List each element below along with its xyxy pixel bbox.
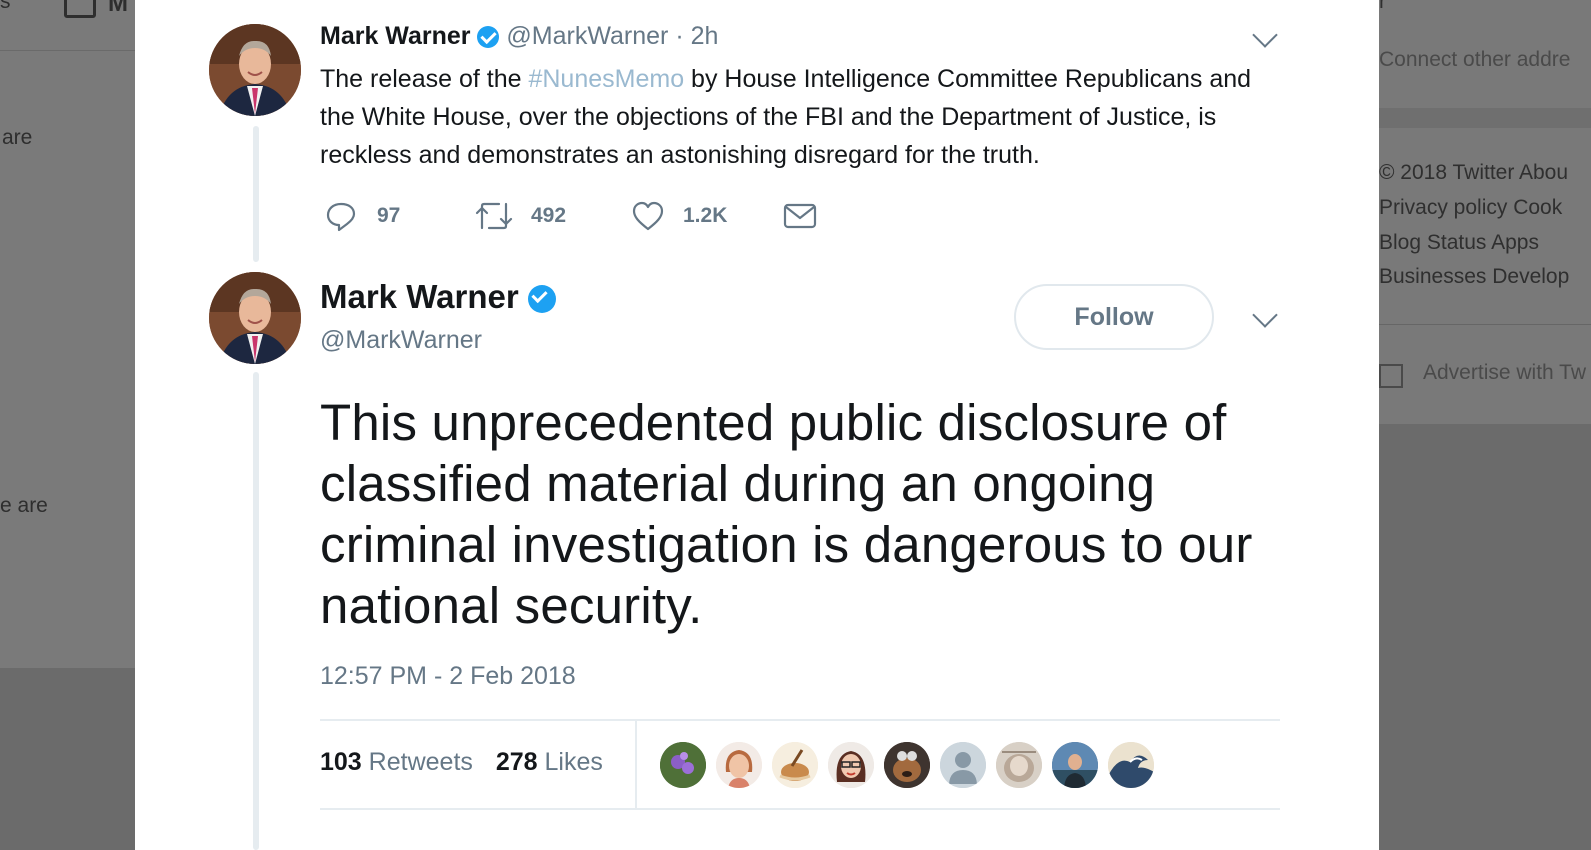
liker-avatar-image <box>996 742 1042 788</box>
retweets-label: Retweets <box>368 748 473 776</box>
liker-avatar-image <box>660 742 706 788</box>
likes-count: 278 <box>495 748 538 776</box>
retweets-count: 103 <box>320 748 362 776</box>
background-fragment: M <box>108 0 128 17</box>
tweet-time[interactable]: · 2h <box>668 22 718 50</box>
likes-label: Likes <box>544 748 603 776</box>
liker-avatar[interactable] <box>828 742 874 788</box>
liker-avatar-image <box>716 742 762 788</box>
liker-avatar-image <box>1052 742 1098 788</box>
author-name-row: Mark Warner <box>320 278 556 316</box>
tweet-modal: Mark Warner @MarkWarner · 2h The release… <box>135 0 1379 850</box>
author-handle[interactable]: @MarkWarner <box>320 326 482 355</box>
like-count: 1.2K <box>683 204 728 227</box>
reply-count: 97 <box>377 204 401 227</box>
liker-avatar[interactable] <box>1052 742 1098 788</box>
author-name[interactable]: Mark Warner <box>320 278 519 315</box>
background-fragment: are <box>2 126 33 149</box>
avatar[interactable] <box>209 272 301 364</box>
chevron-down-icon[interactable] <box>1252 22 1278 48</box>
divider <box>320 808 1280 810</box>
avatar-image <box>209 272 301 364</box>
messages-icon <box>64 0 96 18</box>
liker-avatar-image <box>772 742 818 788</box>
tweet-stats: 103 Retweets 278 Likes <box>320 748 603 777</box>
liker-avatar[interactable] <box>1108 742 1154 788</box>
background-divider-band <box>1379 108 1591 128</box>
footer-links: Privacy policy Cook <box>1379 196 1563 219</box>
author-name[interactable]: Mark Warner <box>320 22 471 50</box>
footer-links: Blog Status Apps <box>1379 231 1539 254</box>
footer-links: Businesses Develop <box>1379 265 1570 288</box>
footer-links: © 2018 Twitter Abou <box>1379 161 1569 184</box>
connect-addresses-link: Connect other addre <box>1379 48 1571 71</box>
background-right-sidebar: r Connect other addre © 2018 Twitter Abo… <box>1379 0 1591 850</box>
liker-avatar[interactable] <box>716 742 762 788</box>
liker-avatar[interactable] <box>884 742 930 788</box>
thread-line <box>253 372 259 850</box>
default-avatar-image <box>940 742 986 788</box>
likes-stat[interactable]: 278 Likes <box>496 748 603 776</box>
liker-avatar[interactable] <box>772 742 818 788</box>
liker-avatar-image <box>1108 742 1154 788</box>
advertise-link: Advertise with Tw <box>1423 361 1587 384</box>
direct-message-button[interactable] <box>783 196 817 236</box>
retweet-icon <box>475 202 513 230</box>
background-divider <box>1379 324 1591 325</box>
divider <box>320 719 1280 721</box>
liker-avatar-image <box>884 742 930 788</box>
author-handle[interactable]: @MarkWarner <box>506 22 668 50</box>
stats-divider <box>635 720 637 810</box>
background-fragment: e are <box>0 494 48 517</box>
verified-badge-icon <box>527 285 556 314</box>
background-fragment: s <box>0 0 11 13</box>
tweet-text-part: The release of the <box>320 65 529 93</box>
external-link-icon <box>1379 364 1403 388</box>
liker-avatar[interactable] <box>996 742 1042 788</box>
hashtag-link[interactable]: #NunesMemo <box>528 65 684 93</box>
chevron-down-icon[interactable] <box>1252 302 1278 328</box>
heart-icon <box>632 201 664 231</box>
reply-button[interactable]: 97 <box>325 196 400 236</box>
verified-badge-icon <box>477 26 500 49</box>
background-left-column: s M are e are <box>0 0 136 850</box>
liker-avatar-image <box>828 742 874 788</box>
background-fragment: r <box>1379 0 1386 13</box>
avatar-image <box>209 24 301 116</box>
retweet-button[interactable]: 492 <box>475 196 566 236</box>
reply-icon <box>326 202 356 232</box>
tweet-header: Mark Warner @MarkWarner · 2h <box>320 22 718 51</box>
envelope-icon <box>783 203 817 229</box>
retweet-count: 492 <box>531 204 567 227</box>
tweet-timestamp[interactable]: 12:57 PM - 2 Feb 2018 <box>320 662 576 691</box>
liker-avatar[interactable] <box>660 742 706 788</box>
retweets-stat[interactable]: 103 Retweets <box>320 748 473 776</box>
tweet-text: This unprecedented public disclosure of … <box>320 394 1253 634</box>
follow-button[interactable]: Follow <box>1014 284 1214 350</box>
like-button[interactable]: 1.2K <box>631 196 727 236</box>
background-lower-area <box>0 668 136 850</box>
avatar[interactable] <box>209 24 301 116</box>
default-avatar-icon[interactable] <box>940 742 986 788</box>
thread-line <box>253 126 259 262</box>
tweet-text: The release of the #NunesMemo by House I… <box>320 60 1280 174</box>
